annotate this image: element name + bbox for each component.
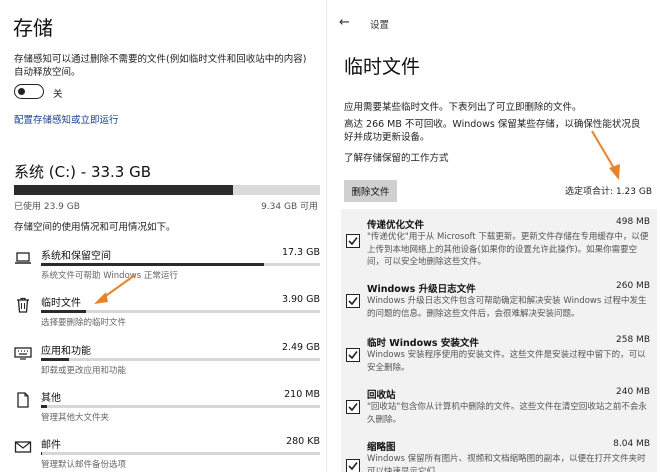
back-arrow-icon[interactable]: ← [339, 15, 350, 30]
item-name: 传递优化文件 [367, 220, 425, 231]
category-description: 系统文件可帮助 Windows 正常运行 [41, 271, 178, 281]
item-description: "传递优化"用于从 Microsoft 下载更新。更新文件存储在专用缓存中，以便… [367, 232, 649, 267]
settings-label: 设置 [370, 20, 390, 31]
category-size: 2.49 GB [281, 342, 320, 353]
category-usage-bar [41, 358, 320, 361]
document-icon [14, 391, 32, 409]
item-name: 缩略图 [367, 442, 396, 453]
item-checkbox[interactable] [346, 400, 360, 414]
category-mail[interactable]: 邮件 280 KB 管理默认邮件备份选项 [14, 434, 320, 474]
mail-icon [14, 438, 32, 456]
storage-panel: 存储 存储感知可以通过删除不需要的文件(例如临时文件和回收站中的内容)自动释放空… [0, 0, 326, 472]
category-usage-fill [41, 452, 43, 455]
checkmark-icon [348, 351, 358, 360]
category-name: 系统和保留空间 [41, 251, 111, 262]
laptop-icon [14, 249, 32, 267]
item-description: Windows 保留所有图片、视频和文档缩略图的副本，以便在打开文件夹时可以快速… [367, 454, 646, 472]
configure-storage-sense-link[interactable]: 配置存储感知或立即运行 [14, 112, 119, 126]
item-size: 260 MB [616, 281, 650, 291]
selected-total-label: 选定项合计: 1.23 GB [565, 187, 652, 197]
category-description: 管理其他大文件夹 [41, 413, 110, 423]
checkmark-icon [348, 297, 358, 306]
category-description: 选择要删除的临时文件 [41, 318, 127, 328]
item-checkbox[interactable] [346, 234, 360, 248]
category-name: 其他 [41, 393, 61, 404]
storage-sense-toggle[interactable] [14, 84, 44, 99]
item-size: 240 MB [616, 387, 650, 397]
checkmark-icon [348, 462, 358, 471]
item-description: "回收站"包含你从计算机中删除的文件。这些文件在清空回收站之前不会永久删除。 [367, 402, 647, 425]
category-name: 临时文件 [41, 298, 81, 309]
checkmark-icon [348, 403, 358, 412]
category-size: 3.90 GB [281, 294, 320, 305]
reserved-storage-description: 高达 266 MB 不可回收。Windows 保留某些存储，以确保性能状况良好并… [344, 119, 641, 143]
category-usage-bar [41, 452, 320, 455]
category-size: 17.3 GB [281, 247, 320, 258]
item-size: 8.04 MB [613, 439, 650, 449]
category-usage-fill [41, 358, 69, 361]
category-size: 280 KB [286, 436, 320, 447]
item-name: Windows 升级日志文件 [367, 284, 476, 295]
category-usage-fill [41, 310, 86, 313]
temp-files-list: 传递优化文件 498 MB "传递优化"用于从 Microsoft 下载更新。更… [341, 209, 657, 472]
category-usage-bar [41, 263, 320, 266]
category-other[interactable]: 其他 210 MB 管理其他大文件夹 [14, 387, 320, 427]
used-space-label: 已使用 23.9 GB [14, 202, 80, 212]
keyboard-icon [14, 344, 32, 362]
item-name: 回收站 [367, 390, 396, 401]
category-usage-bar [41, 405, 320, 408]
temp-files-panel: ← 设置 临时文件 应用需要某些临时文件。下表列出了可立即删除的文件。 高达 2… [326, 0, 660, 472]
category-usage-fill [41, 405, 47, 408]
trash-icon [14, 296, 32, 314]
category-apps[interactable]: 应用和功能 2.49 GB 卸载或更改应用和功能 [14, 340, 320, 380]
item-description: Windows 升级日志文件包含可帮助确定和解决安装 Windows 过程中发生… [367, 296, 647, 319]
category-usage-fill [41, 263, 265, 266]
drive-usage-description: 存储空间的使用情况和可用情况如下。 [14, 222, 176, 233]
temp-files-description: 应用需要某些临时文件。下表列出了可立即删除的文件。 [344, 102, 582, 113]
category-name: 邮件 [41, 440, 61, 451]
item-description: Windows 安装程序使用的安装文件。这些文件是安装过程中留下的，可以安全删除… [367, 350, 646, 373]
item-size: 498 MB [616, 217, 650, 227]
category-system[interactable]: 系统和保留空间 17.3 GB 系统文件可帮助 Windows 正常运行 [14, 245, 320, 285]
toggle-state-label: 关 [53, 89, 63, 100]
page-title: 临时文件 [344, 56, 421, 78]
drive-usage-fill [14, 185, 234, 195]
delete-files-button[interactable]: 删除文件 [344, 180, 397, 202]
category-usage-bar [41, 310, 320, 313]
checkmark-icon [348, 237, 358, 246]
toggle-knob [18, 87, 25, 95]
category-size: 210 MB [284, 389, 320, 400]
page-title: 存储 [13, 16, 53, 40]
item-checkbox[interactable] [346, 348, 360, 362]
category-name: 应用和功能 [41, 346, 91, 357]
category-temp-files[interactable]: 临时文件 3.90 GB 选择要删除的临时文件 [14, 292, 320, 332]
storage-sense-description: 存储感知可以通过删除不需要的文件(例如临时文件和回收站中的内容)自动释放空间。 [14, 54, 307, 78]
free-space-label: 9.34 GB 可用 [261, 202, 318, 212]
item-checkbox[interactable] [346, 459, 360, 472]
item-checkbox[interactable] [346, 294, 360, 308]
category-description: 管理默认邮件备份选项 [41, 460, 127, 470]
category-description: 卸载或更改应用和功能 [41, 366, 127, 376]
drive-title: 系统 (C:) - 33.3 GB [14, 163, 152, 181]
reserved-storage-link[interactable]: 了解存储保留的工作方式 [344, 150, 449, 164]
drive-usage-bar [14, 185, 320, 195]
item-size: 258 MB [616, 335, 650, 345]
item-name: 临时 Windows 安装文件 [367, 338, 479, 349]
